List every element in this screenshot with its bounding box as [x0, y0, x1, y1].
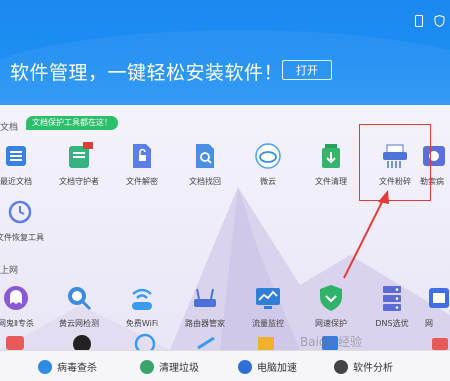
file-restore-icon: [6, 198, 34, 226]
tool-router[interactable]: 路由器管家: [173, 284, 237, 329]
wifi-icon: [128, 284, 156, 312]
traffic-monitor-icon: [254, 284, 282, 312]
bottom-tab-virus-scan[interactable]: 病毒查杀: [38, 359, 97, 374]
tool-label: 最近文档: [0, 177, 32, 186]
tool-traffic-monitor[interactable]: 流量监控: [236, 284, 300, 329]
tool-label: 文件清理: [315, 177, 347, 186]
tool-label: 免费WiFi: [125, 319, 159, 328]
speedup-icon: [238, 359, 252, 374]
tool-free-wifi[interactable]: 免费WiFi: [110, 284, 174, 329]
tool-file-clean[interactable]: 文件清理: [299, 142, 363, 187]
tool-doc-guardian[interactable]: 文档守护者: [47, 142, 111, 187]
tool-label: 文档守护者: [59, 177, 99, 186]
phone-icon[interactable]: [414, 12, 424, 27]
tool-ghost-kill[interactable]: 网鬼Ⅱ专杀: [0, 284, 48, 329]
clean-junk-icon: [140, 359, 154, 374]
doc-section-tip: 文档保护工具都在这！: [26, 116, 118, 130]
tool-label: 网: [425, 319, 433, 328]
tool-label: 微云: [260, 177, 276, 186]
tool-label: 路由器管家: [185, 319, 225, 328]
top-banner: 软件管理，一键轻松安装软件！ 打开: [0, 0, 450, 105]
network-check-icon: [65, 284, 93, 312]
tool-label: 文件恢复工具: [0, 233, 44, 242]
file-clean-icon: [317, 142, 345, 170]
shield-icon[interactable]: [434, 12, 445, 28]
open-button[interactable]: 打开: [282, 60, 332, 80]
tool-net[interactable]: 网: [425, 284, 450, 329]
tool-speed-protect[interactable]: 网速保护: [299, 284, 363, 329]
doc-recover-icon: [191, 142, 219, 170]
banner-headline: 软件管理，一键轻松安装软件！: [10, 62, 284, 84]
bottom-tab-label: 电脑加速: [257, 363, 297, 374]
net-section-label: 上网: [0, 266, 19, 276]
tool-label: 文档找回: [189, 177, 221, 186]
dns-icon: [378, 284, 406, 312]
watermark: Baidu 经验: [300, 335, 362, 349]
router-icon: [191, 284, 219, 312]
doc-guardian-icon: [65, 142, 93, 170]
ghost-kill-icon: [2, 284, 30, 312]
bottom-tab-label: 清理垃圾: [159, 363, 199, 374]
bottom-tab-clean-junk[interactable]: 清理垃圾: [140, 359, 199, 374]
tool-label: DNS选优: [375, 319, 409, 328]
tool-file-decrypt[interactable]: 文件解密: [110, 142, 174, 187]
window-controls: [414, 12, 445, 28]
speed-protect-icon: [317, 284, 345, 312]
tool-label: 文件解密: [126, 177, 158, 186]
bottom-bar: 病毒查杀 清理垃圾 电脑加速 软件分析: [0, 350, 450, 381]
tool-weiyun[interactable]: 微云: [236, 142, 300, 187]
tool-doc-recover[interactable]: 文档找回: [173, 142, 237, 187]
tool-file-restore[interactable]: 文件恢复工具: [0, 198, 52, 243]
bottom-tab-software-analysis[interactable]: 软件分析: [334, 359, 393, 374]
weiyun-icon: [254, 142, 282, 170]
net-icon: [425, 284, 450, 312]
doc-section-label: 文档: [0, 123, 19, 133]
virus-scan-icon: [38, 359, 52, 374]
bottom-tab-speedup[interactable]: 电脑加速: [238, 359, 297, 374]
tool-recent-docs[interactable]: 最近文档: [0, 142, 48, 187]
tool-network-check[interactable]: 黄云网检测: [47, 284, 111, 329]
bottom-tab-label: 软件分析: [353, 363, 393, 374]
bottom-tab-label: 病毒查杀: [57, 363, 97, 374]
tool-label: 黄云网检测: [59, 319, 99, 328]
shredder-highlight-box: [359, 124, 431, 201]
tool-label: 网鬼Ⅱ专杀: [0, 319, 34, 328]
tool-label: 网速保护: [315, 319, 347, 328]
tool-dns[interactable]: DNS选优: [360, 284, 424, 329]
recent-docs-icon: [2, 142, 30, 170]
tool-label: 流量监控: [252, 319, 284, 328]
file-decrypt-icon: [128, 142, 156, 170]
software-analysis-icon: [334, 359, 348, 374]
partial-row-icons: [6, 333, 448, 352]
